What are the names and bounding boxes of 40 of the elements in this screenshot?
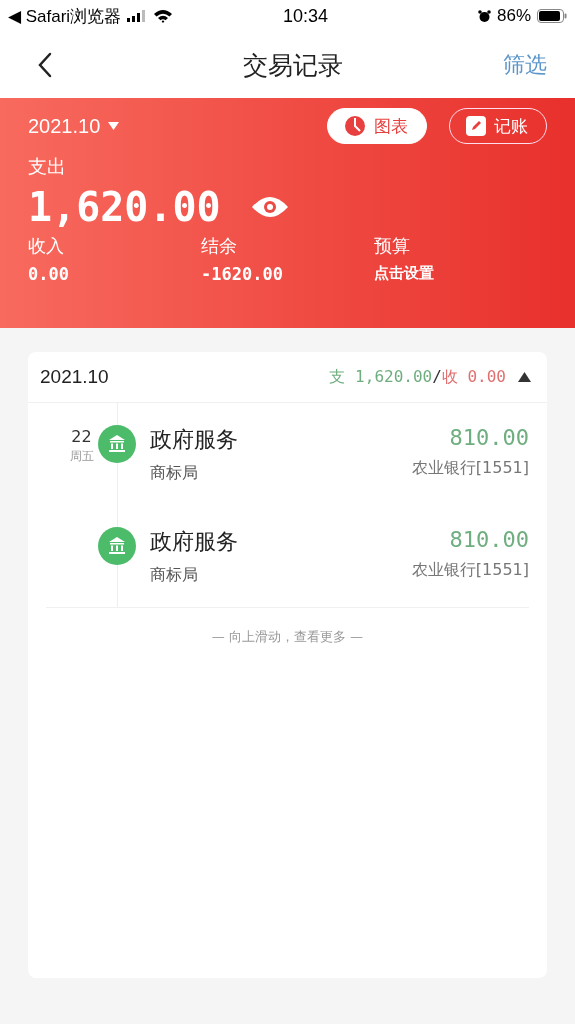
battery-percent: 86% [496,6,531,26]
chart-button[interactable]: 图表 [327,108,427,144]
expense-label: 支出 [28,154,67,179]
day-number: 22 [71,427,92,446]
edit-icon [466,116,486,136]
transaction-note: 商标局 [150,463,199,484]
account-name: 农业银行[1551] [411,560,529,581]
eye-icon[interactable] [250,195,289,219]
expense-amount: 1,620.00 [28,184,221,230]
stat-label: 预算 [374,234,411,258]
category-name: 政府服务 [150,426,238,454]
collapse-icon[interactable] [518,372,531,382]
period-selector[interactable]: 2021.10 [28,114,120,138]
page-title: 交易记录 [242,49,343,82]
wifi-icon [153,9,174,23]
weekday: 周五 [69,448,94,465]
filter-link[interactable]: 筛选 [503,50,547,80]
expense-total: 支 1,620.00 [329,366,433,386]
transaction-note: 商标局 [150,565,199,586]
clock-time: 10:34 [283,5,330,27]
budget-link[interactable]: 点击设置 [374,264,547,283]
category-name: 政府服务 [150,528,238,556]
battery-icon [537,9,567,23]
separator: / [432,366,442,386]
month-label: 2021.10 [40,366,109,388]
back-to-app-link[interactable]: ◀ Safari浏览器 [8,4,122,28]
stat-value: 0.00 [28,264,70,284]
transaction-amount: 810.00 [449,425,529,450]
bank-icon [98,425,136,463]
bank-icon [98,527,136,565]
signal-icon [127,10,148,22]
transaction-amount: 810.00 [449,527,529,552]
income-total: 收 0.00 [441,366,506,386]
stat-label: 收入 [28,234,65,258]
scroll-hint: — 向上滑动，查看更多 — [210,628,365,646]
stat-label: 结余 [201,234,238,258]
back-icon[interactable] [38,52,52,78]
stat-value: -1620.00 [201,264,284,284]
account-name: 农业银行[1551] [411,458,529,479]
caret-icon [108,122,120,130]
